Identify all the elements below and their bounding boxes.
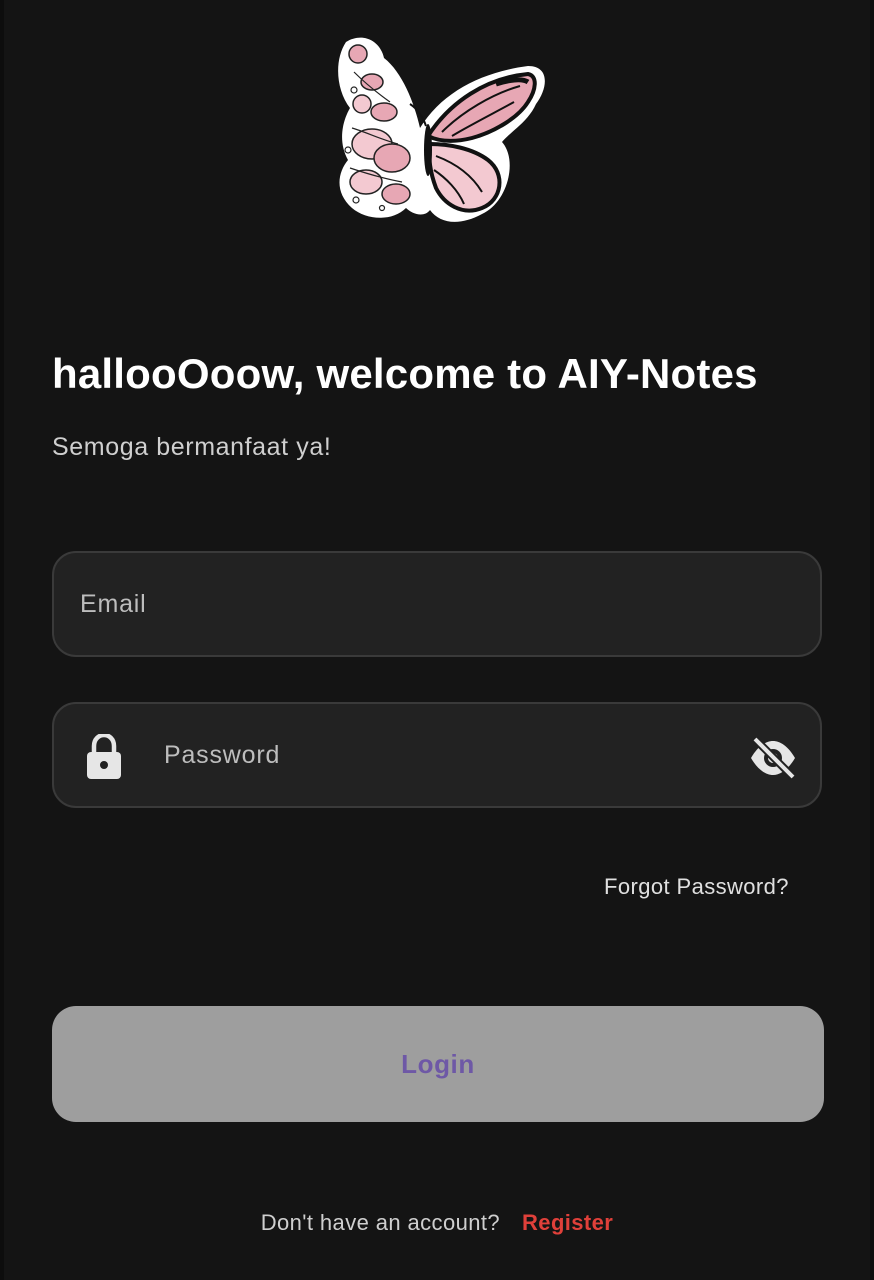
register-link[interactable]: Register [522, 1210, 613, 1235]
login-button[interactable]: Login [52, 1006, 824, 1122]
password-input[interactable] [164, 704, 724, 806]
eye-off-icon[interactable] [748, 736, 798, 780]
welcome-subtitle: Semoga bermanfaat ya! [52, 433, 332, 461]
welcome-title: hallooOoow, welcome to AIY-Notes [52, 350, 758, 397]
login-screen: hallooOoow, welcome to AIY-Notes Semoga … [4, 0, 870, 1280]
email-input[interactable] [80, 553, 790, 655]
email-field[interactable] [52, 551, 822, 657]
no-account-text: Don't have an account? [260, 1210, 501, 1235]
forgot-password-link[interactable]: Forgot Password? [604, 874, 789, 900]
password-field[interactable] [52, 702, 822, 808]
butterfly-logo [338, 37, 545, 222]
lock-icon [87, 734, 121, 779]
register-prompt: Don't have an account? Register [4, 1210, 870, 1236]
